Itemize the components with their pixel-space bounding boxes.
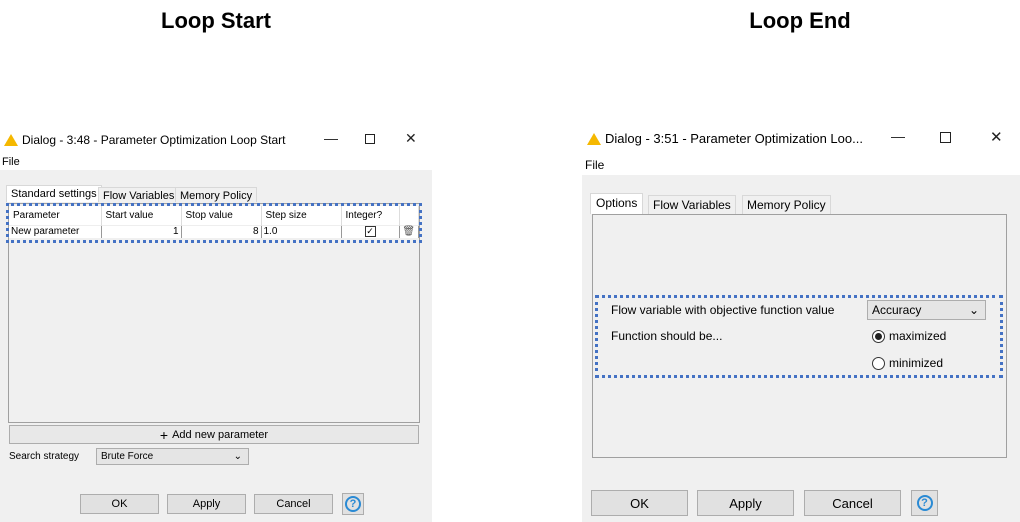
loop-start-heading: Loop Start [161,8,271,33]
chevron-down-icon: ⌄ [968,303,979,317]
title-bar: Dialog - 3:48 - Parameter Optimization L… [4,133,285,147]
help-icon: ? [916,495,933,511]
radio-selected-icon [872,329,885,343]
chevron-down-icon: ⌄ [233,451,242,462]
help-button[interactable]: ? [911,490,938,516]
title-bar: Dialog - 3:51 - Parameter Optimization L… [587,131,863,146]
dialog-title: Dialog - 3:48 - Parameter Optimization L… [22,133,286,147]
cell-parameter[interactable]: New parameter [9,224,102,238]
trash-icon[interactable]: 🗑 [399,224,419,238]
menu-file[interactable]: File [2,156,20,168]
search-strategy-label: Search strategy [9,451,80,462]
flow-variable-value: Accuracy [872,303,922,317]
warning-icon [4,134,18,146]
table-row[interactable]: New parameter 1 8 1.0 ✓ 🗑 [9,224,419,238]
tab-flow-variables[interactable]: Flow Variables [98,187,180,202]
apply-button[interactable]: Apply [697,490,794,516]
cell-stop[interactable]: 8 [181,224,262,238]
ok-button[interactable]: OK [591,490,688,516]
checkmark-icon: ✓ [364,226,376,238]
close-button[interactable]: ✕ [990,128,1003,146]
col-start-value[interactable]: Start value [101,206,182,225]
plus-icon: + [159,426,169,443]
col-step-size[interactable]: Step size [261,206,342,225]
help-button[interactable]: ? [342,493,364,515]
col-delete [399,206,419,225]
radio-label: maximized [889,329,947,343]
maximize-button[interactable] [365,134,375,144]
tab-flow-variables[interactable]: Flow Variables [648,195,736,214]
dialog-title: Dialog - 3:51 - Parameter Optimization L… [605,131,863,146]
tab-options[interactable]: Options [590,193,644,214]
close-button[interactable]: ✕ [405,130,417,147]
tab-memory-policy[interactable]: Memory Policy [175,187,258,202]
radio-maximized[interactable]: maximized [872,329,946,343]
menu-file[interactable]: File [585,158,604,172]
function-label: Function should be... [611,329,723,343]
col-stop-value[interactable]: Stop value [181,206,262,225]
ok-button[interactable]: OK [80,494,159,514]
minimize-button[interactable]: — [891,128,905,144]
minimize-button[interactable]: — [324,130,338,146]
radio-unselected-icon [872,356,885,370]
loop-end-heading: Loop End [749,8,851,33]
search-strategy-value: Brute Force [101,451,154,462]
flow-variable-select[interactable]: Accuracy ⌄ [867,300,986,320]
integer-checkbox[interactable]: ✓ [341,224,400,238]
add-parameter-label: Add new parameter [172,428,269,441]
col-parameter[interactable]: Parameter [9,206,102,225]
warning-icon [587,132,601,145]
maximize-button[interactable] [940,132,951,143]
cell-start[interactable]: 1 [101,224,182,238]
search-strategy-select[interactable]: Brute Force ⌄ [96,448,249,465]
cancel-button[interactable]: Cancel [254,494,333,514]
col-integer[interactable]: Integer? [341,206,400,225]
cancel-button[interactable]: Cancel [804,490,901,516]
radio-label: minimized [889,356,944,370]
cell-step[interactable]: 1.0 [261,224,342,238]
flow-variable-label: Flow variable with objective function va… [611,303,835,317]
radio-minimized[interactable]: minimized [872,356,943,370]
apply-button[interactable]: Apply [167,494,246,514]
help-icon: ? [345,496,361,512]
tab-standard-settings[interactable]: Standard settings [6,185,102,202]
tab-memory-policy[interactable]: Memory Policy [742,195,831,214]
highlight-box: Parameter Start value Stop value Step si… [6,203,422,243]
add-parameter-button[interactable]: + Add new parameter [9,425,419,444]
parameter-table: Parameter Start value Stop value Step si… [9,206,419,238]
